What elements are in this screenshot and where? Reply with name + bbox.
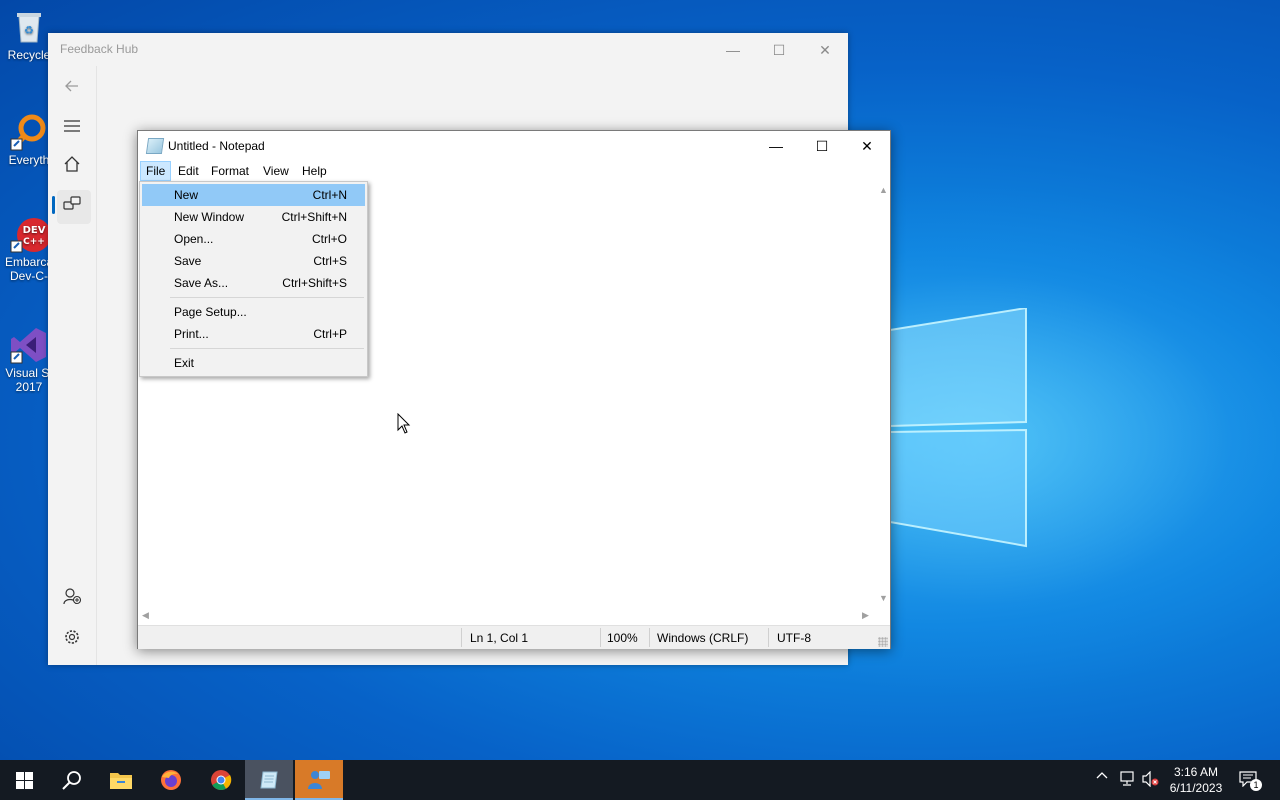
status-position: Ln 1, Col 1 xyxy=(470,631,529,645)
notepad-icon xyxy=(260,771,278,789)
menu-item-new[interactable]: New Ctrl+N xyxy=(142,184,365,206)
vertical-scrollbar[interactable]: ▲ ▼ xyxy=(876,181,890,609)
menu-item-print[interactable]: Print... Ctrl+P xyxy=(142,323,365,345)
menu-item-open[interactable]: Open... Ctrl+O xyxy=(142,228,365,250)
file-explorer-icon xyxy=(110,773,132,789)
menu-item-shortcut: Ctrl+Shift+S xyxy=(282,276,347,290)
menu-item-label: Save xyxy=(174,254,202,268)
back-arrow-icon[interactable] xyxy=(48,73,96,103)
status-divider xyxy=(461,628,462,647)
status-line-ending: Windows (CRLF) xyxy=(657,631,749,645)
close-button[interactable]: ✕ xyxy=(844,131,890,161)
taskbar-clock[interactable]: 3:16 AM 6/11/2023 xyxy=(1160,764,1232,796)
show-hidden-icons-chevron-up-icon[interactable] xyxy=(1096,770,1108,785)
menu-item-label: New xyxy=(174,188,199,202)
menu-file[interactable]: File xyxy=(140,161,172,181)
window-title: Untitled - Notepad xyxy=(168,139,265,153)
hamburger-menu-icon[interactable] xyxy=(48,113,96,143)
notepad-app-icon xyxy=(145,138,165,154)
menu-item-shortcut: Ctrl+Shift+N xyxy=(281,210,347,224)
maximize-button[interactable]: ☐ xyxy=(764,39,794,61)
taskbar-chrome[interactable] xyxy=(197,760,245,800)
menu-item-label: Exit xyxy=(174,356,195,370)
taskbar-notepad[interactable] xyxy=(245,760,293,800)
taskbar-firefox[interactable] xyxy=(147,760,195,800)
recycle-bin-icon: ♻ xyxy=(10,8,48,46)
menu-item-exit[interactable]: Exit xyxy=(142,352,365,374)
feedback-icon[interactable] xyxy=(48,193,96,223)
menu-item-label: Save As... xyxy=(174,276,229,290)
scroll-right-icon[interactable]: ▶ xyxy=(862,610,869,621)
windows-logo-wallpaper xyxy=(890,308,1027,548)
close-button[interactable]: ✕ xyxy=(810,39,840,61)
status-encoding: UTF-8 xyxy=(777,631,811,645)
menu-item-shortcut: Ctrl+N xyxy=(312,188,347,202)
maximize-button[interactable]: ☐ xyxy=(799,131,845,161)
notepad-titlebar[interactable]: Untitled - Notepad — ☐ ✕ xyxy=(138,131,890,161)
menu-separator xyxy=(170,297,364,298)
menu-item-label: Print... xyxy=(174,327,209,341)
status-divider xyxy=(768,628,769,647)
search-icon xyxy=(62,771,81,790)
menu-item-new-window[interactable]: New Window Ctrl+Shift+N xyxy=(142,206,365,228)
clock-date: 6/11/2023 xyxy=(1169,781,1223,795)
window-title: Feedback Hub xyxy=(60,42,139,56)
menu-item-shortcut: Ctrl+O xyxy=(311,232,347,246)
home-icon[interactable] xyxy=(48,153,96,183)
status-zoom: 100% xyxy=(607,631,638,645)
menu-item-save[interactable]: Save Ctrl+S xyxy=(142,250,365,272)
svg-text:DEV: DEV xyxy=(23,225,46,236)
menu-item-label: Open... xyxy=(174,232,214,246)
file-menu-dropdown: New Ctrl+N New Window Ctrl+Shift+N Open.… xyxy=(139,181,368,377)
status-divider xyxy=(600,628,601,647)
menu-item-save-as[interactable]: Save As... Ctrl+Shift+S xyxy=(142,272,365,294)
add-person-icon[interactable] xyxy=(48,586,96,616)
status-divider xyxy=(649,628,650,647)
menu-separator xyxy=(170,348,364,349)
notification-count-badge: 1 xyxy=(1250,779,1262,791)
network-icon[interactable] xyxy=(1118,771,1136,790)
devcpp-icon: DEV C++ xyxy=(10,215,51,253)
clock-time: 3:16 AM xyxy=(1173,765,1219,779)
resize-grip-icon[interactable] xyxy=(878,637,888,647)
taskbar: 3:16 AM 6/11/2023 xyxy=(0,760,1280,800)
minimize-button[interactable]: — xyxy=(753,131,799,161)
horizontal-scrollbar[interactable]: ◀ ▶ xyxy=(138,609,876,623)
start-button[interactable] xyxy=(0,760,48,800)
taskbar-feedback-hub[interactable] xyxy=(295,760,343,800)
menu-item-shortcut: Ctrl+P xyxy=(313,327,347,341)
scroll-left-icon[interactable]: ◀ xyxy=(142,610,149,621)
taskbar-file-explorer[interactable] xyxy=(97,760,145,800)
settings-gear-icon[interactable] xyxy=(48,626,96,656)
svg-text:C++: C++ xyxy=(23,237,45,247)
menu-item-shortcut: Ctrl+S xyxy=(313,254,347,268)
scroll-up-icon[interactable]: ▲ xyxy=(879,185,888,195)
scroll-down-icon[interactable]: ▼ xyxy=(879,593,888,603)
volume-muted-icon[interactable] xyxy=(1142,770,1160,790)
status-bar: Ln 1, Col 1 100% Windows (CRLF) UTF-8 xyxy=(138,625,890,649)
mouse-cursor-icon xyxy=(397,413,411,434)
menu-edit[interactable]: Edit xyxy=(173,162,204,180)
start-icon xyxy=(16,772,33,789)
feedback-hub-icon xyxy=(308,771,330,789)
taskbar-search-button[interactable] xyxy=(48,760,96,800)
menu-item-label: New Window xyxy=(174,210,245,224)
minimize-button[interactable]: — xyxy=(718,39,748,61)
menu-view[interactable]: View xyxy=(258,162,294,180)
menu-item-page-setup[interactable]: Page Setup... xyxy=(142,301,365,323)
menu-help[interactable]: Help xyxy=(297,162,332,180)
svg-text:♻: ♻ xyxy=(24,24,34,37)
visual-studio-icon xyxy=(10,326,48,364)
chrome-icon xyxy=(211,770,232,790)
menu-item-label: Page Setup... xyxy=(174,305,247,319)
menu-bar: File Edit Format View Help xyxy=(138,161,890,181)
everything-search-icon xyxy=(10,113,48,151)
menu-format[interactable]: Format xyxy=(206,162,254,180)
firefox-icon xyxy=(161,770,181,790)
